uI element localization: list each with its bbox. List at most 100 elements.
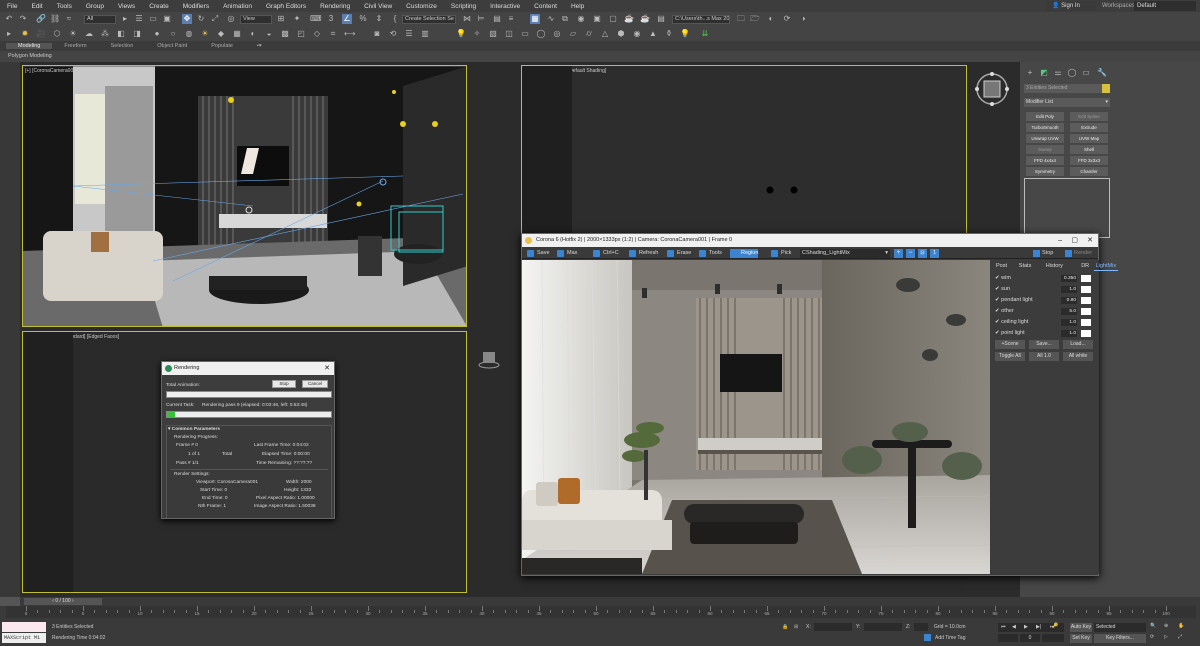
scale-icon[interactable]: ⤢: [210, 14, 220, 24]
time-slider[interactable]: ‹ 0 / 100 ›: [24, 598, 102, 605]
hierarchy-tab-icon[interactable]: ⚌: [1052, 67, 1064, 79]
corona-tab-history[interactable]: History: [1044, 262, 1065, 271]
select-object-icon[interactable]: ▸: [120, 14, 130, 24]
render-production-icon[interactable]: ☕: [624, 14, 634, 24]
corona-proxy-icon[interactable]: ⬡: [52, 29, 62, 39]
menu-item-graph-editors[interactable]: Graph Editors: [259, 3, 313, 10]
zoom-in-icon[interactable]: +: [894, 249, 903, 258]
menu-item-rendering[interactable]: Rendering: [313, 3, 357, 10]
object-color-swatch[interactable]: [1102, 84, 1110, 93]
menu-item-interactive[interactable]: Interactive: [483, 3, 527, 10]
maximize-icon[interactable]: ▢: [1071, 234, 1078, 247]
lock-icon[interactable]: 🔒: [782, 624, 788, 630]
zoom-all-icon[interactable]: ⊕: [1164, 623, 1168, 629]
render-setup-icon[interactable]: ▣: [592, 14, 602, 24]
ao-icon[interactable]: ◐: [248, 29, 258, 39]
fov-icon[interactable]: ▷: [1164, 634, 1168, 640]
rendering-stop-button[interactable]: Stop: [272, 380, 296, 388]
erase-button[interactable]: Erase: [666, 249, 691, 258]
lightmix-value[interactable]: 0.350: [1061, 275, 1077, 282]
vfb-icon[interactable]: ◙: [372, 29, 382, 39]
corona-converter-icon[interactable]: ⟳: [782, 14, 792, 24]
maxscript-listener-pink[interactable]: [2, 622, 46, 632]
percent-snap-icon[interactable]: %: [358, 14, 368, 24]
key-filters-button[interactable]: Key Filters...: [1094, 634, 1146, 643]
menu-item-modifiers[interactable]: Modifiers: [176, 3, 216, 10]
box-icon[interactable]: ▭: [520, 29, 530, 39]
corona-tab-lightmix[interactable]: LightMix: [1093, 262, 1119, 271]
folder-open-icon[interactable]: 🗁: [750, 14, 760, 24]
rendering-close-icon[interactable]: ✕: [324, 362, 330, 375]
lightmix-value[interactable]: 1.0: [1061, 286, 1077, 293]
converter-icon[interactable]: ⟲: [388, 29, 398, 39]
key-filters-icon[interactable]: [1042, 634, 1064, 642]
modifier-button-turbosmooth[interactable]: TurboSmooth: [1026, 123, 1064, 132]
reference-coordinate-dropdown[interactable]: View: [240, 15, 272, 24]
key-selection-dropdown[interactable]: Selected: [1094, 623, 1146, 632]
bind-space-warp-icon[interactable]: ≈: [64, 14, 74, 24]
ribbon-tab-modeling[interactable]: Modeling: [6, 43, 53, 49]
ribbon-options-icon[interactable]: ▪▾: [245, 43, 274, 49]
corona-sun-icon[interactable]: ☀: [68, 29, 78, 39]
curve-editor-icon[interactable]: ∿: [546, 14, 556, 24]
set-key-button[interactable]: Set Key: [1070, 634, 1092, 643]
plane-icon[interactable]: ▱: [568, 29, 578, 39]
ribbon-tab-selection[interactable]: Selection: [99, 43, 146, 49]
lightmix-value[interactable]: 0.80: [1061, 297, 1077, 304]
image-icon[interactable]: ▧: [488, 29, 498, 39]
toggle-all-button[interactable]: Toggle All: [995, 352, 1025, 361]
menu-item-content[interactable]: Content: [527, 3, 564, 10]
scene-explorer-icon[interactable]: ▤: [492, 14, 502, 24]
region-button[interactable]: Region: [730, 249, 759, 258]
select-manipulate-icon[interactable]: ✦: [292, 14, 302, 24]
modifier-list-dropdown[interactable]: Modifier List ▾: [1024, 98, 1110, 107]
material-library-icon[interactable]: ▥: [420, 29, 430, 39]
lightmix-color-swatch[interactable]: [1081, 308, 1091, 315]
render-iterative-icon[interactable]: ☕: [640, 14, 650, 24]
corona-slicer-icon[interactable]: ◨: [132, 29, 142, 39]
spinner-snap-icon[interactable]: ⇕: [374, 14, 384, 24]
menu-item-group[interactable]: Group: [79, 3, 111, 10]
selection-filter-dropdown[interactable]: All: [84, 15, 116, 24]
lightmix-value[interactable]: 1.0: [1061, 319, 1077, 326]
edit-named-selection-icon[interactable]: {: [390, 14, 400, 24]
channel-dropdown[interactable]: CShading_LightMix ▾: [800, 249, 890, 258]
lightmix-value[interactable]: 1.0: [1061, 330, 1077, 337]
zoom-fit-icon[interactable]: ⊡: [918, 249, 927, 258]
corona-camera-icon[interactable]: 🎥: [36, 29, 46, 39]
schematic-view-icon[interactable]: ⧉: [560, 14, 570, 24]
load-lightmix-button[interactable]: Load...: [1063, 340, 1093, 349]
ribbon-tab-freeform[interactable]: Freeform: [52, 43, 98, 49]
menu-item-scripting[interactable]: Scripting: [444, 3, 483, 10]
bulb-icon[interactable]: 💡: [456, 29, 466, 39]
window-crossing-icon[interactable]: ▣: [162, 14, 172, 24]
modify-tab-icon[interactable]: ◩: [1038, 67, 1050, 79]
rect-selection-icon[interactable]: ▭: [148, 14, 158, 24]
motion-tab-icon[interactable]: ◯: [1066, 67, 1078, 79]
next-frame-icon[interactable]: ▶|: [1036, 624, 1041, 630]
previous-frame-icon[interactable]: ◀: [1012, 624, 1016, 630]
placement-icon[interactable]: ◎: [226, 14, 236, 24]
lightmix-color-swatch[interactable]: [1081, 275, 1091, 282]
keyboard-shortcut-icon[interactable]: ⌨: [310, 14, 322, 24]
workspace-dropdown[interactable]: Default: [1134, 1, 1196, 11]
zoom-out-icon[interactable]: −: [906, 249, 915, 258]
bitmap-icon[interactable]: ▦: [232, 29, 242, 39]
redo-icon[interactable]: ↷: [18, 14, 28, 24]
unlink-icon[interactable]: ⛓: [50, 14, 60, 24]
corona-sky-icon[interactable]: ☁: [84, 29, 94, 39]
rendered-image[interactable]: [522, 260, 990, 574]
modifier-button-edit-spline[interactable]: Edit Spline: [1070, 112, 1108, 121]
modifier-button-ffd-4x4x4[interactable]: FFD 4x4x4: [1026, 156, 1064, 165]
menu-item-edit[interactable]: Edit: [24, 3, 49, 10]
copy-button[interactable]: Ctrl+C: [592, 249, 619, 258]
maximize-viewport-icon[interactable]: ⤢: [1178, 634, 1182, 640]
camera-viewport[interactable]: [+] [CoronaCamera001] [Standard] [Defaul…: [22, 65, 467, 327]
move-icon[interactable]: ✥: [182, 14, 192, 24]
utilities-tab-icon[interactable]: 🔧: [1096, 67, 1108, 79]
ribbon-tab-populate[interactable]: Populate: [199, 43, 245, 49]
torus-icon[interactable]: ◎: [552, 29, 562, 39]
cylinder-icon[interactable]: ⌭: [584, 29, 594, 39]
wire-icon[interactable]: ⌗: [328, 29, 338, 39]
close-icon[interactable]: ✕: [1087, 234, 1093, 247]
